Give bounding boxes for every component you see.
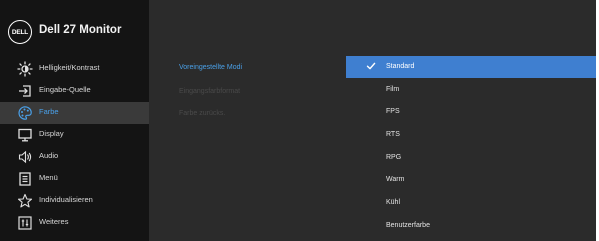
display-icon — [17, 127, 33, 143]
osd-header: DELL Dell 27 Monitor — [0, 0, 149, 58]
submenu-input-color-format: Eingangsfarbformat — [179, 88, 241, 95]
monitor-osd: DELL Dell 27 Monitor Helligkeit/Kontrast — [0, 0, 596, 241]
option-rts[interactable]: RTS — [346, 124, 596, 146]
star-icon — [17, 193, 33, 209]
option-rpg[interactable]: RPG — [346, 147, 596, 169]
dell-logo: DELL — [8, 20, 32, 44]
speaker-icon — [17, 149, 33, 165]
option-label: Benutzerfarbe — [386, 222, 430, 229]
menu-label: Menü — [39, 173, 58, 182]
menu-label: Eingabe-Quelle — [39, 85, 91, 94]
menu-label: Weiteres — [39, 217, 69, 226]
menu-item-menu[interactable]: Menü — [0, 168, 149, 190]
option-fps[interactable]: FPS — [346, 101, 596, 123]
option-label: Warm — [386, 176, 405, 183]
menu-icon — [17, 171, 33, 187]
option-label: RTS — [386, 131, 400, 138]
menu-label: Display — [39, 129, 64, 138]
monitor-title: Dell 27 Monitor — [39, 24, 122, 36]
menu-item-audio[interactable]: Audio — [0, 146, 149, 168]
menu-label: Individualisieren — [39, 195, 93, 204]
option-label: FPS — [386, 108, 400, 115]
option-custom-color[interactable]: Benutzerfarbe — [346, 215, 596, 237]
preset-mode-options: Standard Film FPS RTS RPG Warm Kühl Benu… — [346, 56, 596, 241]
option-warm[interactable]: Warm — [346, 169, 596, 191]
menu-item-display[interactable]: Display — [0, 124, 149, 146]
menu-label: Farbe — [39, 107, 59, 116]
option-label: Standard — [386, 63, 415, 70]
menu-item-brightness-contrast[interactable]: Helligkeit/Kontrast — [0, 58, 149, 80]
option-label: RPG — [386, 154, 402, 161]
option-film[interactable]: Film — [346, 79, 596, 101]
option-standard[interactable]: Standard — [346, 56, 596, 78]
option-label: Film — [386, 86, 400, 93]
menu-item-personalize[interactable]: Individualisieren — [0, 190, 149, 212]
color-palette-icon — [17, 105, 33, 121]
submenu-preset-modes[interactable]: Voreingestellte Modi — [179, 64, 242, 71]
menu-item-color[interactable]: Farbe — [0, 102, 149, 124]
menu-label: Audio — [39, 151, 59, 160]
menu-item-others[interactable]: Weiteres — [0, 212, 149, 234]
menu-label: Helligkeit/Kontrast — [39, 63, 100, 72]
sliders-icon — [17, 215, 33, 231]
menu-item-input-source[interactable]: Eingabe-Quelle — [0, 80, 149, 102]
option-label: Kühl — [386, 199, 401, 206]
brightness-icon — [17, 61, 33, 77]
osd-sidebar: DELL Dell 27 Monitor Helligkeit/Kontrast — [0, 0, 149, 241]
submenu-reset-color: Farbe zurücks. — [179, 110, 226, 117]
input-source-icon — [17, 83, 33, 99]
option-cool[interactable]: Kühl — [346, 192, 596, 214]
checkmark-icon — [366, 61, 376, 71]
